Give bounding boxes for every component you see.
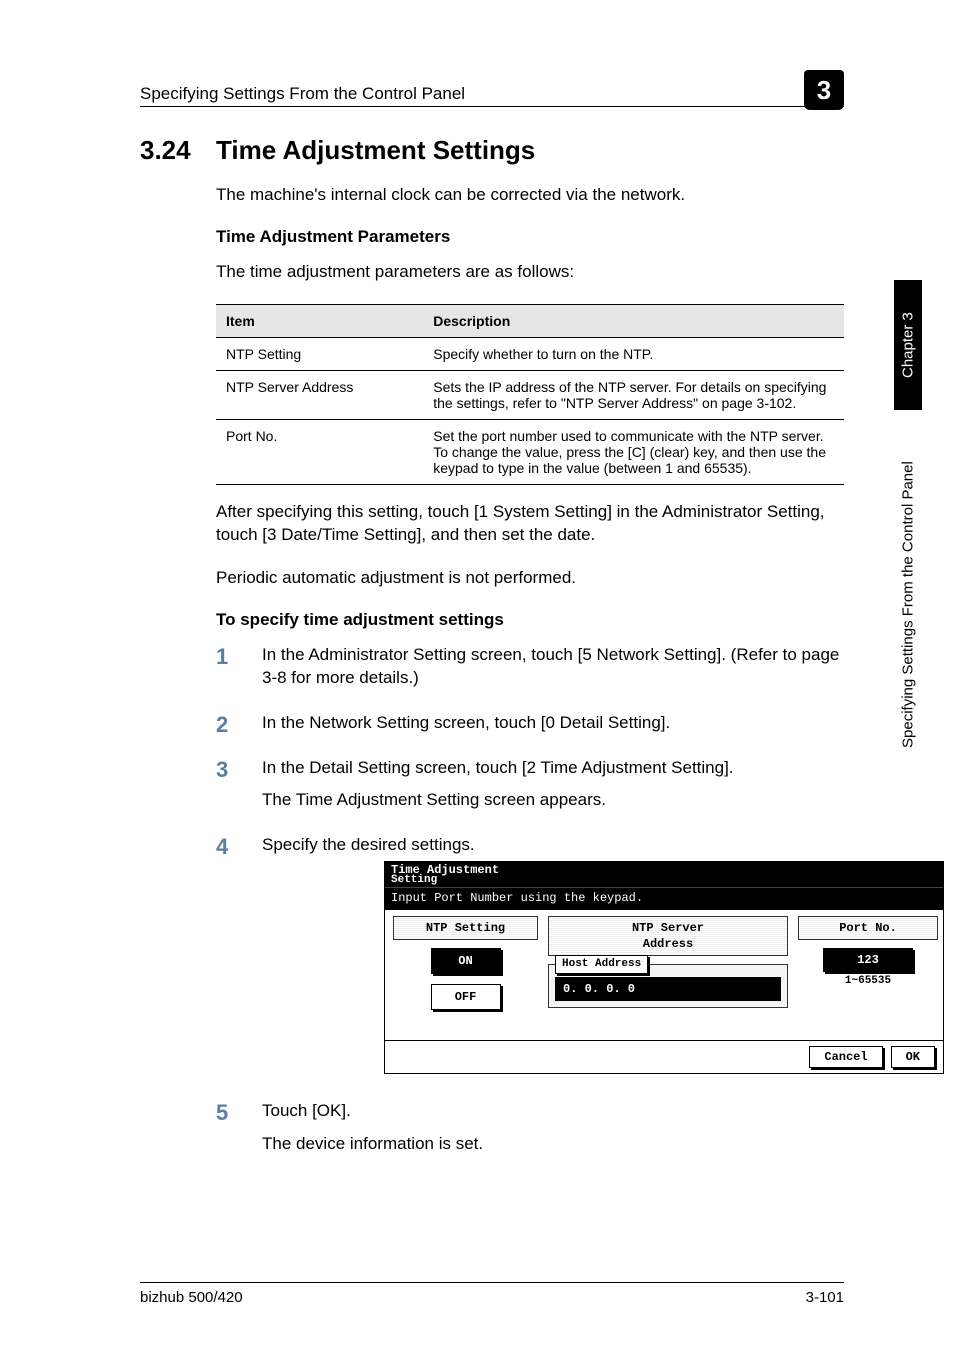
screen-on-button[interactable]: ON	[431, 948, 501, 974]
procedure-heading: To specify time adjustment settings	[216, 610, 844, 630]
table-head-item: Item	[216, 304, 423, 337]
table-head-desc: Description	[423, 304, 844, 337]
params-after1: After specifying this setting, touch [1 …	[216, 501, 844, 547]
params-table: Item Description NTP Setting Specify whe…	[216, 304, 844, 485]
side-tab: Chapter 3 Specifying Settings From the C…	[894, 280, 922, 800]
step-text: Touch [OK].	[262, 1101, 351, 1120]
running-head: Specifying Settings From the Control Pan…	[140, 70, 844, 107]
chapter-badge: 3	[804, 70, 844, 110]
footer-page: 3-101	[806, 1289, 844, 1306]
screen-ntp-server-label: NTP Server Address	[548, 916, 788, 956]
screen-capture: Time Adjustment Setting Input Port Numbe…	[384, 861, 944, 1073]
step-1: 1 In the Administrator Setting screen, t…	[216, 644, 844, 690]
step-4: 4 Specify the desired settings. Time Adj…	[216, 834, 844, 1073]
step-subtext: The Time Adjustment Setting screen appea…	[262, 789, 844, 812]
screen-subtitle: Input Port Number using the keypad.	[385, 887, 943, 909]
step-5: 5 Touch [OK]. The device information is …	[216, 1100, 844, 1156]
footer-model: bizhub 500/420	[140, 1289, 243, 1306]
step-number: 1	[216, 642, 228, 672]
step-number: 4	[216, 832, 228, 862]
screen-ok-button[interactable]: OK	[891, 1046, 935, 1068]
table-row: Port No. Set the port number used to com…	[216, 419, 844, 484]
side-tab-title: Specifying Settings From the Control Pan…	[894, 410, 922, 800]
running-head-title: Specifying Settings From the Control Pan…	[140, 84, 465, 104]
params-heading: Time Adjustment Parameters	[216, 227, 844, 247]
section-title: Time Adjustment Settings	[216, 135, 844, 166]
table-cell-desc: Sets the IP address of the NTP server. F…	[423, 370, 844, 419]
section-intro: The machine's internal clock can be corr…	[216, 184, 844, 207]
step-2: 2 In the Network Setting screen, touch […	[216, 712, 844, 735]
step-number: 3	[216, 755, 228, 785]
screen-host-address-panel: Host Address 0. 0. 0. 0	[548, 964, 788, 1008]
step-text: Specify the desired settings.	[262, 835, 475, 854]
side-tab-chapter: Chapter 3	[894, 280, 922, 410]
screen-port-no-label: Port No.	[798, 916, 938, 940]
step-text: In the Detail Setting screen, touch [2 T…	[262, 758, 734, 777]
page-footer: bizhub 500/420 3-101	[140, 1282, 844, 1306]
step-number: 2	[216, 710, 228, 740]
screen-cancel-button[interactable]: Cancel	[809, 1046, 882, 1068]
params-lead: The time adjustment parameters are as fo…	[216, 261, 844, 284]
screen-ntp-setting-label: NTP Setting	[393, 916, 538, 940]
screen-off-button[interactable]: OFF	[431, 984, 501, 1010]
table-row: NTP Server Address Sets the IP address o…	[216, 370, 844, 419]
screen-port-value[interactable]: 123	[823, 948, 913, 972]
step-subtext: The device information is set.	[262, 1133, 844, 1156]
table-row: NTP Setting Specify whether to turn on t…	[216, 337, 844, 370]
step-3: 3 In the Detail Setting screen, touch [2…	[216, 757, 844, 813]
step-text: In the Network Setting screen, touch [0 …	[262, 713, 670, 732]
screen-host-address-value: 0. 0. 0. 0	[555, 977, 781, 1001]
table-cell-item: NTP Server Address	[216, 370, 423, 419]
table-cell-desc: Set the port number used to communicate …	[423, 419, 844, 484]
screen-port-range: 1~65535	[798, 974, 938, 989]
table-cell-item: NTP Setting	[216, 337, 423, 370]
screen-host-address-button[interactable]: Host Address	[555, 955, 648, 974]
screen-title: Time Adjustment Setting	[385, 862, 943, 887]
step-number: 5	[216, 1098, 228, 1128]
step-text: In the Administrator Setting screen, tou…	[262, 645, 839, 687]
table-cell-desc: Specify whether to turn on the NTP.	[423, 337, 844, 370]
section-number: 3.24	[140, 135, 191, 166]
table-cell-item: Port No.	[216, 419, 423, 484]
params-after2: Periodic automatic adjustment is not per…	[216, 567, 844, 590]
procedure-steps: 1 In the Administrator Setting screen, t…	[216, 644, 844, 1156]
